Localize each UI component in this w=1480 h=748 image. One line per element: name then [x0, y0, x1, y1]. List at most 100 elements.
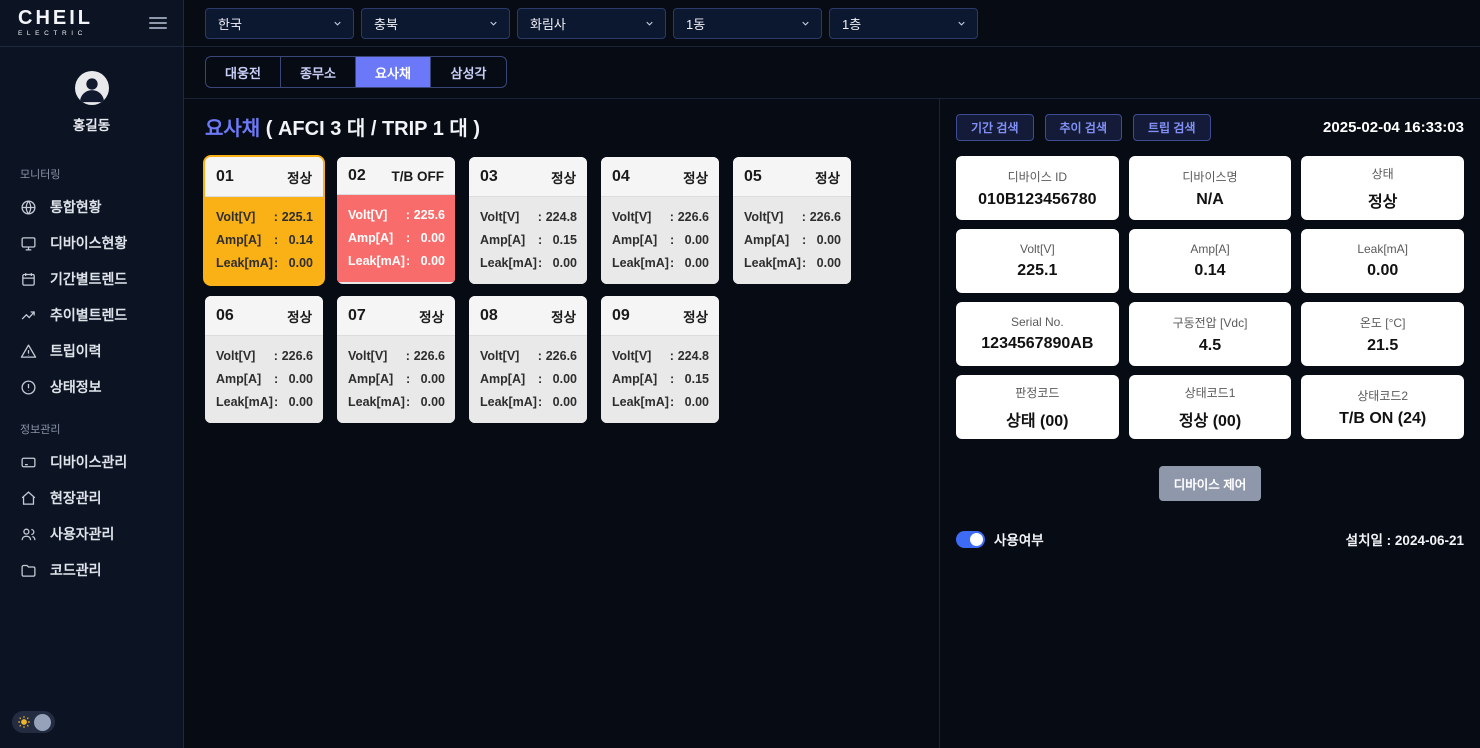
metric-label: Amp[A] [216, 233, 274, 247]
sidebar-item-device-status[interactable]: 디바이스현황 [0, 225, 183, 261]
detail-field-amp: Amp[A]0.14 [1129, 229, 1292, 293]
metric-colon: : [538, 210, 546, 224]
building-tab-1[interactable]: 대웅전 [206, 57, 281, 87]
metric-label: Leak[mA] [612, 256, 670, 270]
detail-field-device-id: 디바이스 ID010B123456780 [956, 156, 1119, 220]
brand-logo[interactable]: CHEIL ELECTRIC [18, 8, 93, 38]
sidebar-item-user-mgmt[interactable]: 사용자관리 [0, 516, 183, 552]
dropdown-value: 화림사 [530, 14, 566, 33]
detail-field-label: Serial No. [1011, 315, 1064, 329]
device-card-01[interactable]: 01정상Volt[V]:225.1Amp[A]:0.14Leak[mA]:0.0… [205, 157, 323, 284]
dropdown-region[interactable]: 충북 [361, 8, 510, 39]
device-control-button[interactable]: 디바이스 제어 [1159, 466, 1261, 501]
metric-label: Amp[A] [348, 231, 406, 245]
sidebar-item-status-info[interactable]: 상태정보 [0, 369, 183, 405]
metric-value: 0.00 [546, 256, 577, 270]
detail-field-label: Volt[V] [1020, 242, 1055, 256]
dropdown-site[interactable]: 화림사 [517, 8, 666, 39]
dropdown-floor[interactable]: 1층 [829, 8, 978, 39]
device-card-body: Volt[V]:226.6Amp[A]:0.00Leak[mA]:0.00 [205, 336, 323, 423]
detail-field-serial-no: Serial No.1234567890AB [956, 302, 1119, 366]
detail-field-value: T/B ON (24) [1339, 410, 1426, 428]
device-metric-row: Volt[V]:225.1 [216, 210, 313, 224]
sidebar-item-label: 디바이스현황 [50, 233, 127, 253]
device-metric-row: Volt[V]:226.6 [216, 349, 313, 363]
device-card-body: Volt[V]:226.6Amp[A]:0.00Leak[mA]:0.00 [601, 197, 719, 284]
device-card-03[interactable]: 03정상Volt[V]:224.8Amp[A]:0.15Leak[mA]:0.0… [469, 157, 587, 284]
building-tab-3[interactable]: 요사채 [356, 57, 431, 87]
metric-colon: : [670, 233, 678, 247]
sidebar-item-device-mgmt[interactable]: 디바이스관리 [0, 444, 183, 480]
device-number: 02 [348, 167, 366, 185]
metric-colon: : [802, 233, 810, 247]
sidebar-item-trip-history[interactable]: 트립이력 [0, 333, 183, 369]
metric-value: 0.00 [414, 395, 445, 409]
metric-label: Leak[mA] [348, 395, 406, 409]
metric-label: Leak[mA] [216, 395, 274, 409]
device-status-badge: 정상 [683, 306, 708, 326]
metric-label: Leak[mA] [348, 254, 406, 268]
sidebar-item-label: 상태정보 [50, 377, 102, 397]
usage-toggle[interactable] [956, 531, 985, 548]
device-metric-row: Volt[V]:224.8 [612, 349, 709, 363]
detail-field-grid: 디바이스 ID010B123456780디바이스명N/A상태정상Volt[V]2… [956, 156, 1464, 439]
metric-colon: : [538, 349, 546, 363]
device-card-header: 02T/B OFF [337, 157, 455, 195]
page-title: 요사채 ( AFCI 3 대 / TRIP 1 대 ) [205, 112, 939, 141]
device-metric-row: Volt[V]:226.6 [348, 349, 445, 363]
device-metric-row: Leak[mA]:0.00 [216, 395, 313, 409]
sun-icon [17, 715, 31, 729]
sidebar-item-label: 사용자관리 [50, 524, 114, 544]
dropdown-building[interactable]: 1동 [673, 8, 822, 39]
metric-value: 0.15 [546, 233, 577, 247]
sidebar-item-trend[interactable]: 추이별트렌드 [0, 297, 183, 333]
detail-field-value: 4.5 [1199, 337, 1221, 355]
avatar [75, 71, 109, 105]
sidebar-item-site-mgmt[interactable]: 현장관리 [0, 480, 183, 516]
device-number: 05 [744, 168, 762, 186]
period-search-button[interactable]: 기간 검색 [956, 114, 1034, 141]
detail-field-label: 상태코드2 [1357, 387, 1408, 404]
detail-field-label: 상태코드1 [1185, 384, 1236, 401]
device-card-07[interactable]: 07정상Volt[V]:226.6Amp[A]:0.00Leak[mA]:0.0… [337, 296, 455, 423]
device-card-02[interactable]: 02T/B OFF Volt[V]:225.6 Amp[A]:0.00 Leak[mA… [337, 157, 455, 284]
device-status-badge: 정상 [287, 167, 312, 187]
device-card-09[interactable]: 09정상Volt[V]:224.8Amp[A]:0.15Leak[mA]:0.0… [601, 296, 719, 423]
sidebar-item-code-mgmt[interactable]: 코드관리 [0, 552, 183, 588]
detail-field-value: 21.5 [1367, 337, 1398, 355]
trend-search-button[interactable]: 추이 검색 [1045, 114, 1123, 141]
device-card-05[interactable]: 05정상Volt[V]:226.6Amp[A]:0.00Leak[mA]:0.0… [733, 157, 851, 284]
location-filter-bar: 한국 충북 화림사 1동1층 [184, 0, 1480, 47]
metric-label: Leak[mA] [612, 395, 670, 409]
metric-colon: : [274, 372, 282, 386]
user-profile: 홍길동 [0, 47, 183, 140]
metric-value: 225.6 [414, 208, 445, 222]
device-card-06[interactable]: 06정상Volt[V]:226.6Amp[A]:0.00Leak[mA]:0.0… [205, 296, 323, 423]
sidebar-item-period-trend[interactable]: 기간별트렌드 [0, 261, 183, 297]
dropdown-value: 한국 [218, 14, 242, 33]
device-metric-row: Volt[V]:225.6 [348, 208, 445, 222]
sidebar-item-label: 디바이스관리 [50, 452, 127, 472]
folder-icon [20, 562, 37, 579]
metric-label: Volt[V] [216, 349, 274, 363]
metric-label: Amp[A] [744, 233, 802, 247]
sidebar-item-overview[interactable]: 통합현황 [0, 189, 183, 225]
sidebar-nav: 모니터링통합현황디바이스현황기간별트렌드추이별트렌드트립이력상태정보정보관리디바… [0, 140, 183, 711]
device-card-08[interactable]: 08정상Volt[V]:226.6Amp[A]:0.00Leak[mA]:0.0… [469, 296, 587, 423]
menu-hamburger-icon[interactable] [149, 14, 167, 32]
trip-search-button[interactable]: 트립 검색 [1133, 114, 1211, 141]
theme-toggle[interactable] [12, 711, 55, 733]
device-card-04[interactable]: 04정상Volt[V]:226.6Amp[A]:0.00Leak[mA]:0.0… [601, 157, 719, 284]
detail-footer: 사용여부 설치일 : 2024-06-21 [956, 529, 1464, 549]
building-tab-2[interactable]: 종무소 [281, 57, 356, 87]
device-metric-row: Leak[mA]:0.00 [612, 256, 709, 270]
device-metric-row: Amp[A]:0.00 [348, 231, 445, 245]
device-status-badge: 정상 [287, 306, 312, 326]
metric-label: Volt[V] [744, 210, 802, 224]
device-metric-row: Amp[A]:0.00 [480, 372, 577, 386]
device-number: 04 [612, 168, 630, 186]
metric-value: 0.00 [414, 254, 445, 268]
building-tab-4[interactable]: 삼성각 [431, 57, 506, 87]
dropdown-country[interactable]: 한국 [205, 8, 354, 39]
detail-field-status-code1: 상태코드1정상 (00) [1129, 375, 1292, 439]
